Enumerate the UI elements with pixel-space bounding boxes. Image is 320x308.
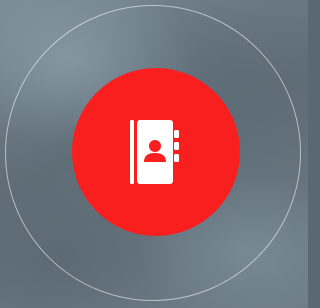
background-screen bbox=[0, 0, 308, 308]
address-book-icon bbox=[130, 120, 179, 184]
contacts-launch-button[interactable] bbox=[72, 68, 240, 236]
